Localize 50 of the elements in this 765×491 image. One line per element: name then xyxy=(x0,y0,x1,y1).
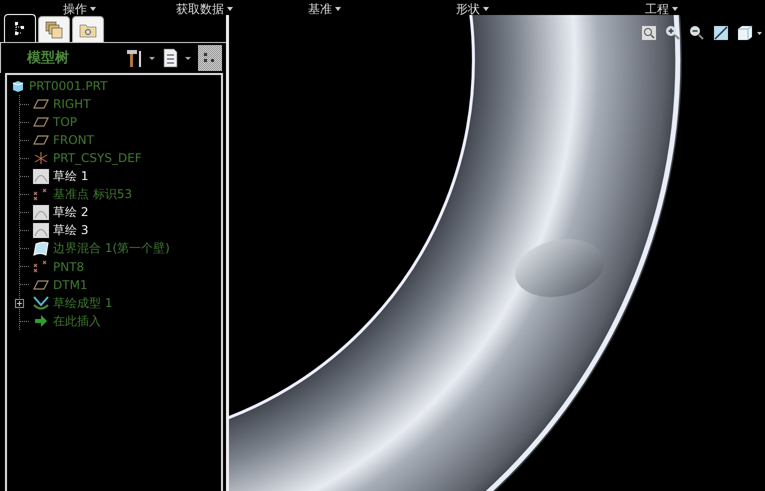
tree-item[interactable]: FRONT xyxy=(53,133,94,148)
sketch-icon xyxy=(33,223,49,238)
tools-icon[interactable] xyxy=(126,48,156,68)
view-cube-icon[interactable] xyxy=(737,25,763,41)
sketch-icon xyxy=(33,205,49,220)
folder-icon xyxy=(79,22,97,38)
tree-item[interactable]: 基准点 标识53 xyxy=(53,186,132,204)
part-cube-icon xyxy=(11,79,25,93)
caret-icon xyxy=(483,7,489,11)
panel-title: 模型树 xyxy=(27,49,69,67)
zoom-in-icon[interactable] xyxy=(665,25,681,41)
v-shape-icon xyxy=(33,295,49,312)
list-settings-icon[interactable] xyxy=(162,48,192,68)
plane-icon xyxy=(33,278,49,292)
tree-item[interactable]: 边界混合 1(第一个壁) xyxy=(53,240,170,258)
caret-icon xyxy=(672,7,678,11)
datum-points-icon xyxy=(33,188,49,202)
tree-item[interactable]: 草绘 2 xyxy=(53,204,88,222)
tree-item[interactable]: 草绘 1 xyxy=(53,168,88,185)
tree-item[interactable]: 在此插入 xyxy=(53,312,101,330)
surface-icon xyxy=(33,241,49,256)
tree-item[interactable]: 草绘 3 xyxy=(53,222,88,240)
csys-icon xyxy=(33,151,49,166)
caret-icon xyxy=(335,7,341,11)
tree-item[interactable]: DTM1 xyxy=(53,278,88,292)
tree-item[interactable]: 草绘成型 1 xyxy=(53,294,112,312)
sketch-icon xyxy=(33,168,49,184)
datum-points-icon xyxy=(33,260,49,274)
grid-icon[interactable] xyxy=(198,45,222,71)
layers-icon xyxy=(45,20,63,38)
arrow-icon xyxy=(33,314,49,328)
menu-item[interactable]: 获取数据 xyxy=(176,3,233,15)
caret-icon xyxy=(90,7,96,11)
plane-icon xyxy=(33,115,49,130)
menu-item[interactable]: 操作 xyxy=(63,3,96,15)
plane-icon xyxy=(33,133,49,148)
menu-item[interactable]: 形状 xyxy=(456,3,489,15)
tree-item[interactable]: PRT0001.PRT xyxy=(29,79,108,93)
plane-icon xyxy=(33,97,49,112)
tree-item[interactable]: TOP xyxy=(53,115,78,130)
menu-item[interactable]: 工程 xyxy=(645,3,678,15)
tree-item[interactable]: PRT_CSYS_DEF xyxy=(53,151,142,166)
caret-icon xyxy=(227,7,233,11)
zoom-fit-icon[interactable] xyxy=(641,25,657,41)
tree-item[interactable]: RIGHT xyxy=(53,97,91,112)
tree-item[interactable]: PNT8 xyxy=(53,260,84,274)
zoom-out-icon[interactable] xyxy=(689,25,705,41)
repaint-icon[interactable] xyxy=(713,25,729,41)
menu-item[interactable]: 基准 xyxy=(308,3,341,15)
expand-icon[interactable] xyxy=(15,298,24,308)
